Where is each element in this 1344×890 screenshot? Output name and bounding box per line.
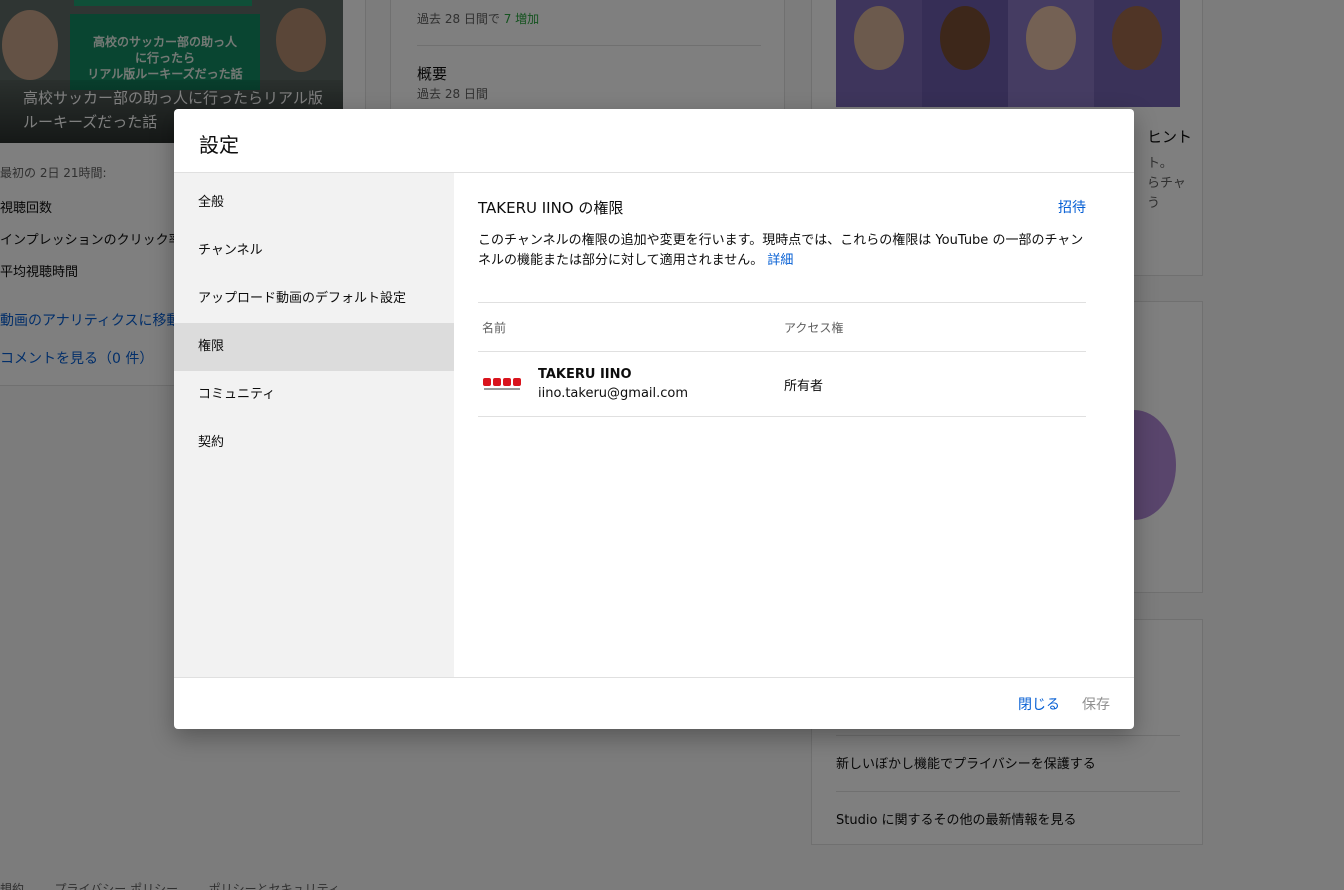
dialog-header: 設定 xyxy=(174,109,1134,173)
dialog-body: 全般 チャンネル アップロード動画のデフォルト設定 権限 コミュニティ 契約 T… xyxy=(174,173,1134,677)
channel-logo-icon xyxy=(482,364,522,404)
invite-button[interactable]: 招待 xyxy=(1058,197,1086,217)
settings-dialog: 設定 全般 チャンネル アップロード動画のデフォルト設定 権限 コミュニティ 契… xyxy=(174,109,1134,729)
learn-more-link[interactable]: 詳細 xyxy=(767,253,793,268)
permissions-panel: TAKERU IINO の権限 招待 このチャンネルの権限の追加や変更を行います… xyxy=(454,173,1134,677)
nav-item-upload-defaults[interactable]: アップロード動画のデフォルト設定 xyxy=(174,275,454,323)
table-header: 名前 アクセス権 xyxy=(478,303,1086,352)
nav-item-community[interactable]: コミュニティ xyxy=(174,371,454,419)
permissions-header: TAKERU IINO の権限 招待 xyxy=(478,197,1086,217)
permissions-description: このチャンネルの権限の追加や変更を行います。現時点では、これらの権限は YouT… xyxy=(478,231,1086,271)
user-name: TAKERU IINO xyxy=(538,367,632,382)
save-button[interactable]: 保存 xyxy=(1082,694,1110,714)
dialog-title: 設定 xyxy=(199,133,239,157)
nav-item-channel[interactable]: チャンネル xyxy=(174,227,454,275)
nav-item-permissions[interactable]: 権限 xyxy=(174,323,454,371)
settings-nav: 全般 チャンネル アップロード動画のデフォルト設定 権限 コミュニティ 契約 xyxy=(174,173,454,677)
column-header-name: 名前 xyxy=(482,320,507,335)
nav-item-general[interactable]: 全般 xyxy=(174,179,454,227)
user-role: 所有者 xyxy=(784,378,824,394)
user-email: iino.takeru@gmail.com xyxy=(538,386,689,401)
permissions-title: TAKERU IINO の権限 xyxy=(478,198,624,217)
user-info: TAKERU IINO iino.takeru@gmail.com xyxy=(538,367,688,401)
nav-item-agreements[interactable]: 契約 xyxy=(174,419,454,467)
dialog-footer: 閉じる 保存 xyxy=(174,677,1134,729)
close-button[interactable]: 閉じる xyxy=(1018,694,1060,714)
user-cell: TAKERU IINO iino.takeru@gmail.com xyxy=(478,364,784,404)
permissions-table: 名前 アクセス権 TAKERU IINO iino.takeru@gmail.c… xyxy=(478,302,1086,417)
table-row: TAKERU IINO iino.takeru@gmail.com 所有者 xyxy=(478,352,1086,417)
column-header-access: アクセス権 xyxy=(784,320,844,335)
